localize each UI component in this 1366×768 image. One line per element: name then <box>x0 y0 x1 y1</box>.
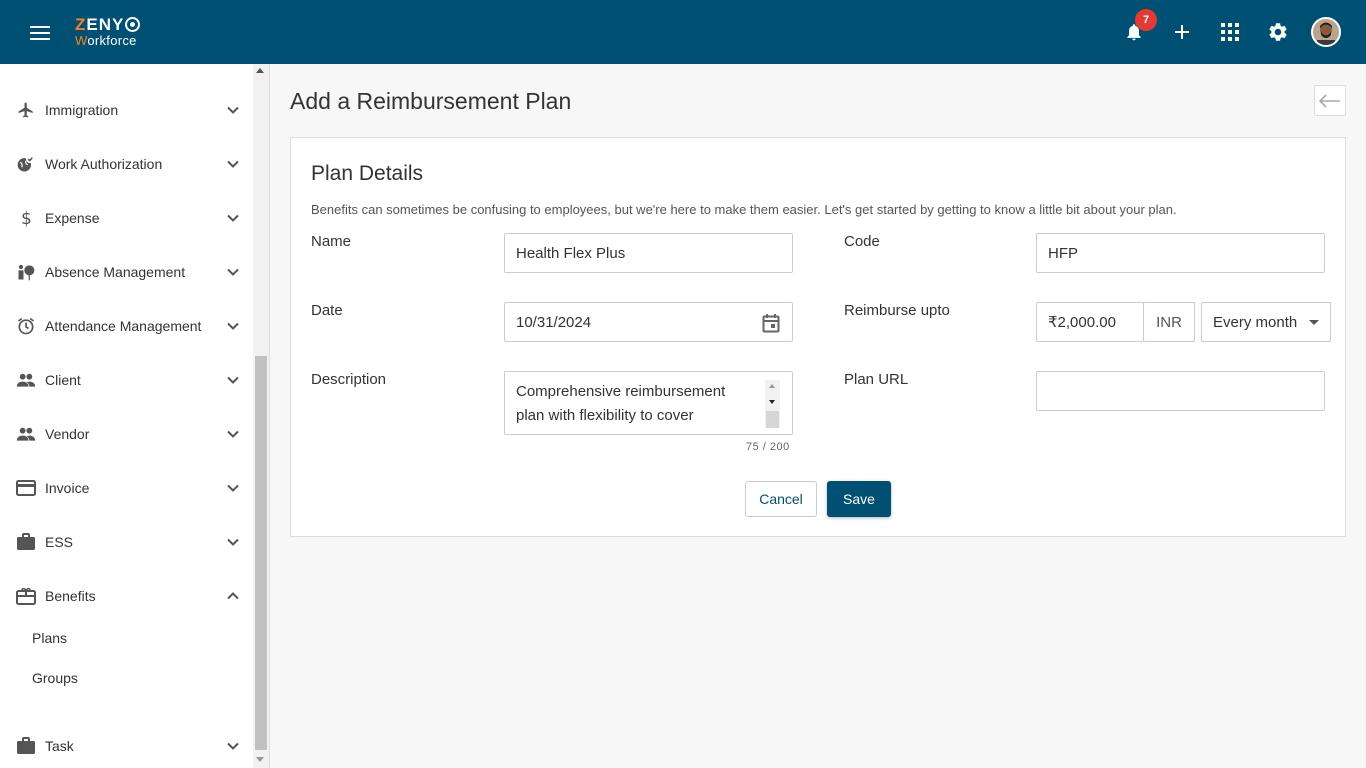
frequency-select[interactable]: Every month <box>1201 302 1331 342</box>
char-counter: 75 / 200 <box>746 441 790 453</box>
app-logo[interactable]: Z ENY Workforce <box>75 16 141 47</box>
people-icon <box>16 424 36 444</box>
sidebar-item-label: Work Authorization <box>45 156 163 172</box>
chevron-down-icon <box>227 538 239 546</box>
code-input[interactable]: HFP <box>1036 233 1325 273</box>
credit-card-icon <box>16 478 36 498</box>
plan-details-card: Plan Details Benefits can sometimes be c… <box>290 137 1346 537</box>
chevron-down-icon <box>227 106 239 114</box>
caret-down-icon <box>1309 320 1319 325</box>
chevron-down-icon <box>227 322 239 330</box>
scroll-up-arrow[interactable] <box>769 384 775 388</box>
sidebar-item-label: Immigration <box>45 102 119 118</box>
sidebar-item-work-authorization[interactable]: Work Authorization <box>0 137 252 191</box>
sidebar-item-benefits[interactable]: Benefits <box>0 569 252 623</box>
chevron-down-icon <box>227 430 239 438</box>
scroll-up-arrow[interactable] <box>256 68 264 73</box>
save-button[interactable]: Save <box>827 481 891 517</box>
sidebar-item-label: Vendor <box>45 426 90 442</box>
gift-card-icon <box>16 586 36 606</box>
sidebar-item-attendance-management[interactable]: Attendance Management <box>0 299 252 353</box>
chevron-up-icon <box>227 592 239 600</box>
user-avatar[interactable] <box>1311 17 1341 47</box>
name-label: Name <box>311 233 352 250</box>
sidebar-item-label: Task <box>45 738 74 754</box>
description-textarea[interactable]: Comprehensive reimbursement plan with fl… <box>504 371 793 435</box>
briefcase-icon <box>16 532 36 552</box>
sidebar-subitem-groups[interactable]: Groups <box>32 670 78 686</box>
amount-input[interactable]: ₹2,000.00 <box>1036 302 1144 342</box>
reimburse-label: Reimburse upto <box>844 302 950 319</box>
sidebar-item-expense[interactable]: $ Expense <box>0 191 252 245</box>
chevron-down-icon <box>227 160 239 168</box>
sidebar-scrollbar[interactable] <box>253 64 269 768</box>
people-icon <box>16 370 36 390</box>
menu-icon[interactable] <box>30 26 50 40</box>
description-label: Description <box>311 371 387 388</box>
textarea-scrollbar[interactable] <box>765 380 780 428</box>
sidebar-item-label: Client <box>45 372 81 388</box>
sidebar-item-immigration[interactable]: Immigration <box>0 83 252 137</box>
scroll-down-arrow[interactable] <box>769 400 775 404</box>
chevron-down-icon <box>227 376 239 384</box>
sidebar-subitem-plans[interactable]: Plans <box>32 630 67 646</box>
globe-check-icon <box>16 154 36 174</box>
section-title: Plan Details <box>311 162 424 185</box>
chevron-down-icon <box>227 742 239 750</box>
alarm-clock-icon <box>16 316 36 336</box>
notification-badge: 7 <box>1135 9 1157 31</box>
sidebar-item-label: Expense <box>45 210 100 226</box>
sidebar-item-client[interactable]: Client <box>0 353 252 407</box>
plan-url-input[interactable] <box>1036 371 1325 411</box>
sidebar-item-label: ESS <box>45 534 74 550</box>
plan-url-label: Plan URL <box>844 371 909 388</box>
cancel-button[interactable]: Cancel <box>745 481 817 517</box>
name-input[interactable]: Health Flex Plus <box>504 233 793 273</box>
person-umbrella-icon <box>16 262 36 282</box>
chevron-down-icon <box>227 268 239 276</box>
date-label: Date <box>311 302 343 319</box>
code-label: Code <box>844 233 880 250</box>
scroll-thumb[interactable] <box>255 356 267 750</box>
airplane-icon <box>16 100 36 120</box>
page-title: Add a Reimbursement Plan <box>290 88 572 114</box>
sidebar-item-task[interactable]: Task <box>0 719 252 768</box>
sidebar: Immigration Work Authorization $ Expense… <box>0 64 270 768</box>
scroll-down-arrow[interactable] <box>256 757 264 762</box>
chevron-down-icon <box>227 484 239 492</box>
sidebar-item-invoice[interactable]: Invoice <box>0 461 252 515</box>
sidebar-item-label: Invoice <box>45 480 90 496</box>
plus-icon[interactable] <box>1170 20 1194 44</box>
sidebar-item-label: Absence Management <box>45 264 186 280</box>
sidebar-item-absence-management[interactable]: Absence Management <box>0 245 252 299</box>
date-input[interactable]: 10/31/2024 <box>504 302 793 342</box>
apps-grid-icon[interactable] <box>1218 20 1242 44</box>
resize-handle[interactable] <box>766 411 779 428</box>
sidebar-item-label: Benefits <box>45 588 96 604</box>
sidebar-item-label: Attendance Management <box>45 318 202 334</box>
top-bar: Z ENY Workforce 7 <box>0 0 1366 64</box>
arrow-left-icon <box>1319 93 1340 108</box>
back-button[interactable] <box>1314 85 1346 116</box>
chevron-down-icon <box>227 214 239 222</box>
sidebar-item-vendor[interactable]: Vendor <box>0 407 252 461</box>
section-description: Benefits can sometimes be confusing to e… <box>311 202 1177 217</box>
svg-text:$: $ <box>21 209 32 228</box>
sidebar-item-ess[interactable]: ESS <box>0 515 252 569</box>
currency-addon: INR <box>1143 302 1195 342</box>
briefcase-icon <box>16 736 36 756</box>
gear-icon[interactable] <box>1266 20 1290 44</box>
calendar-icon[interactable] <box>762 313 780 333</box>
dollar-icon: $ <box>16 208 36 228</box>
